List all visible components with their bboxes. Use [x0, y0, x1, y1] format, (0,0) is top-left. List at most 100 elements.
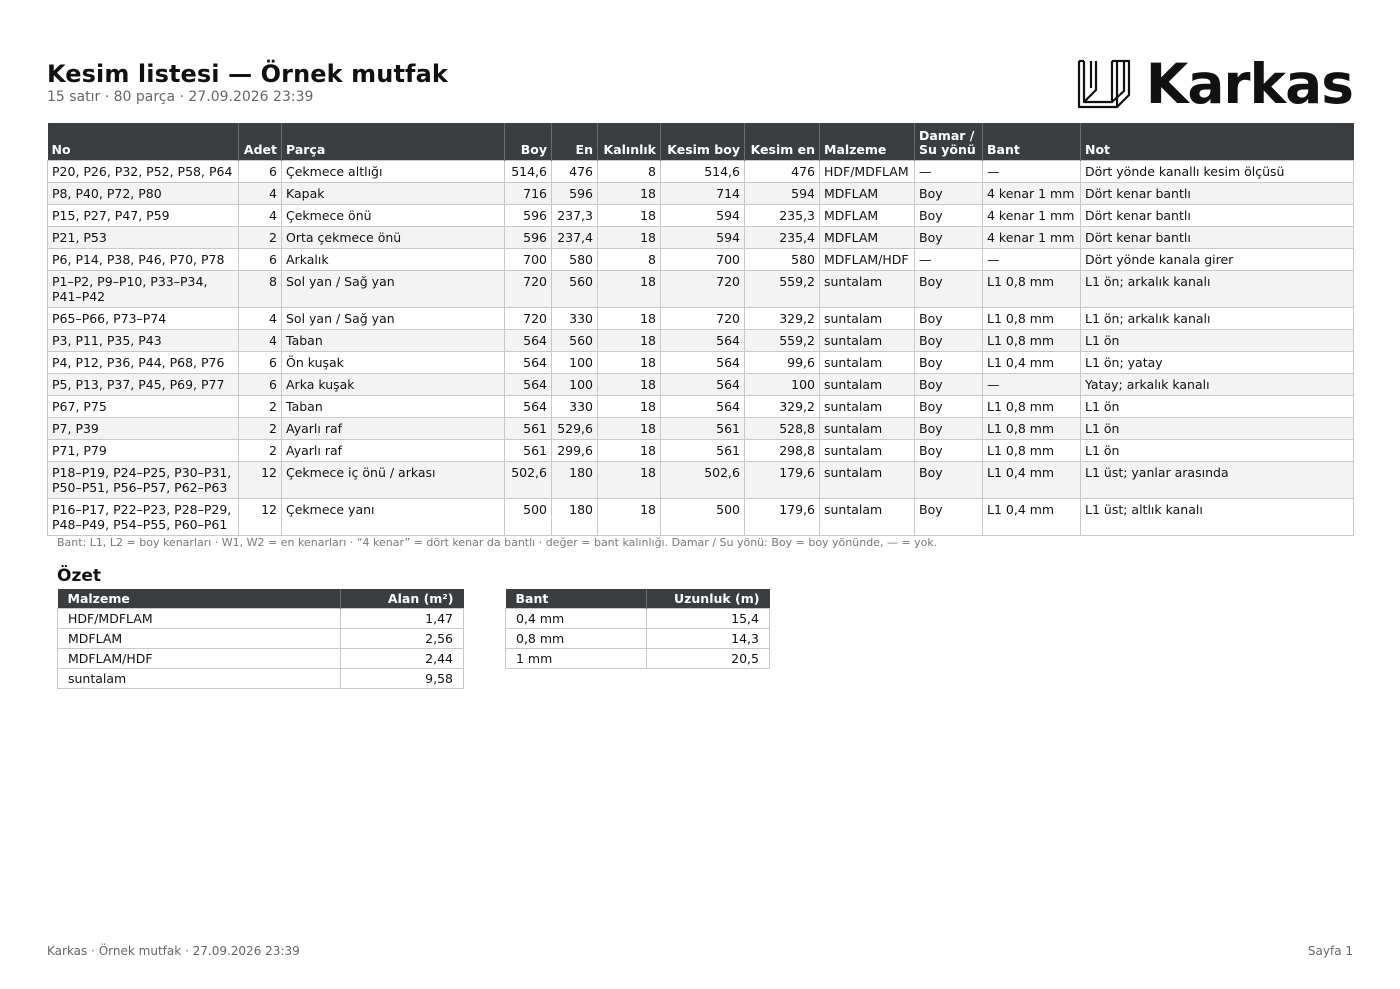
col-header-damar[interactable]: Damar / Su yönü	[914, 123, 983, 161]
cell-malzeme: suntalam	[819, 461, 915, 499]
cell-en: 560	[551, 329, 598, 352]
cell-boy: 561	[504, 439, 552, 462]
cell-kesim-boy: 514,6	[660, 160, 745, 183]
cell-kesim-boy: 564	[660, 395, 745, 418]
cell-damar: Boy	[914, 226, 983, 249]
col-header-kesim-boy[interactable]: Kesim boy	[660, 123, 745, 161]
cell-kesim-en: 329,2	[744, 395, 820, 418]
cell-malzeme: suntalam	[819, 270, 915, 308]
summary-label-cell: HDF/MDFLAM	[57, 608, 341, 629]
cell-bant: L1 0,4 mm	[982, 498, 1081, 536]
summary-title: Özet	[57, 566, 102, 586]
cell-malzeme: MDFLAM	[819, 226, 915, 249]
cell-kalinlik: 18	[597, 395, 661, 418]
table-row: P71, P79 2 Ayarlı raf 561 299,6 18 561 298,8 sun…	[47, 439, 1354, 462]
cell-en: 476	[551, 160, 598, 183]
col-header-not[interactable]: Not	[1080, 123, 1354, 161]
col-header-adet[interactable]: Adet	[238, 123, 282, 161]
summary-row: 0,8 mm 14,3	[505, 628, 770, 649]
cell-kesim-boy: 700	[660, 248, 745, 271]
table-row: P21, P53 2 Orta çekmece önü 596 237,4 18 594 23…	[47, 226, 1354, 249]
cell-no: P21, P53	[47, 226, 239, 249]
cell-not: Dört kenar bantlı	[1080, 204, 1354, 227]
cell-no: P7, P39	[47, 417, 239, 440]
cell-kalinlik: 18	[597, 182, 661, 205]
cut-list-body: P20, P26, P32, P52, P58, P64 6 Çekmece alt…	[47, 160, 1354, 536]
cell-kesim-en: 179,6	[744, 498, 820, 536]
cell-boy: 564	[504, 395, 552, 418]
summary-row: 1 mm 20,5	[505, 648, 770, 669]
cell-adet: 6	[238, 248, 282, 271]
cell-kesim-boy: 500	[660, 498, 745, 536]
cell-en: 237,3	[551, 204, 598, 227]
cell-damar: Boy	[914, 461, 983, 499]
cell-kesim-boy: 502,6	[660, 461, 745, 499]
cell-boy: 564	[504, 373, 552, 396]
summary-label-cell: MDFLAM/HDF	[57, 648, 341, 669]
cell-damar: Boy	[914, 373, 983, 396]
cell-parca: Taban	[281, 395, 505, 418]
summary-value-cell: 9,58	[340, 668, 464, 689]
cell-bant: —	[982, 248, 1081, 271]
summary-row: suntalam 9,58	[57, 668, 464, 689]
cell-not: Dört kenar bantlı	[1080, 182, 1354, 205]
col-header-material: Malzeme	[57, 589, 341, 609]
cell-en: 330	[551, 395, 598, 418]
table-row: P6, P14, P38, P46, P70, P78 6 Arkalık 700 58…	[47, 248, 1354, 271]
summary-value-cell: 14,3	[646, 628, 770, 649]
cell-no: P16–P17, P22–P23, P28–P29, P48–P49, P54–…	[47, 498, 239, 536]
cell-kesim-en: 329,2	[744, 307, 820, 330]
cell-malzeme: suntalam	[819, 395, 915, 418]
cell-boy: 502,6	[504, 461, 552, 499]
cell-adet: 4	[238, 204, 282, 227]
summary-label-cell: 0,8 mm	[505, 628, 647, 649]
col-header-bant[interactable]: Bant	[982, 123, 1081, 161]
col-header-boy[interactable]: Boy	[504, 123, 552, 161]
cell-adet: 6	[238, 373, 282, 396]
cell-adet: 2	[238, 226, 282, 249]
table-header-row: Malzeme Alan (m²)	[57, 589, 464, 609]
cell-no: P65–P66, P73–P74	[47, 307, 239, 330]
summary-row: MDFLAM/HDF 2,44	[57, 648, 464, 669]
col-header-kalinlik[interactable]: Kalınlık	[597, 123, 661, 161]
cell-not: Yatay; arkalık kanalı	[1080, 373, 1354, 396]
cell-adet: 12	[238, 461, 282, 499]
cell-bant: —	[982, 373, 1081, 396]
cell-en: 299,6	[551, 439, 598, 462]
cell-kalinlik: 18	[597, 498, 661, 536]
cell-boy: 564	[504, 329, 552, 352]
cell-kesim-boy: 594	[660, 204, 745, 227]
cell-kesim-en: 528,8	[744, 417, 820, 440]
cell-malzeme: MDFLAM/HDF	[819, 248, 915, 271]
cell-kesim-en: 298,8	[744, 439, 820, 462]
col-header-malzeme[interactable]: Malzeme	[819, 123, 915, 161]
cell-parca: Ayarlı raf	[281, 439, 505, 462]
summary-row: MDFLAM 2,56	[57, 628, 464, 649]
brand-logo: Karkas	[1076, 57, 1354, 112]
cell-malzeme: suntalam	[819, 498, 915, 536]
cell-damar: Boy	[914, 498, 983, 536]
cell-bant: 4 kenar 1 mm	[982, 204, 1081, 227]
cell-en: 100	[551, 351, 598, 374]
cell-adet: 4	[238, 329, 282, 352]
col-header-parca[interactable]: Parça	[281, 123, 505, 161]
cell-damar: —	[914, 160, 983, 183]
table-row: P1–P2, P9–P10, P33–P34, P41–P42 8 Sol yan …	[47, 270, 1354, 308]
table-header-row: No Adet Parça Boy En Kalınlık Kesim boy …	[47, 123, 1354, 161]
cell-kesim-boy: 720	[660, 307, 745, 330]
cell-adet: 4	[238, 182, 282, 205]
cell-damar: Boy	[914, 182, 983, 205]
cell-not: Dört yönde kanallı kesim ölçüsü	[1080, 160, 1354, 183]
col-header-en[interactable]: En	[551, 123, 598, 161]
col-header-kesim-en[interactable]: Kesim en	[744, 123, 820, 161]
cell-kalinlik: 8	[597, 160, 661, 183]
material-summary-body: HDF/MDFLAM 1,47 MDFLAM 2,56 MDFLAM/HDF 2,44 su…	[57, 608, 464, 689]
cell-not: L1 ön	[1080, 329, 1354, 352]
cell-kesim-boy: 561	[660, 417, 745, 440]
cell-boy: 700	[504, 248, 552, 271]
cell-kesim-en: 235,4	[744, 226, 820, 249]
cell-en: 596	[551, 182, 598, 205]
cell-kesim-en: 235,3	[744, 204, 820, 227]
col-header-no[interactable]: No	[47, 123, 239, 161]
col-header-damar-line2: Su yönü	[919, 142, 976, 157]
